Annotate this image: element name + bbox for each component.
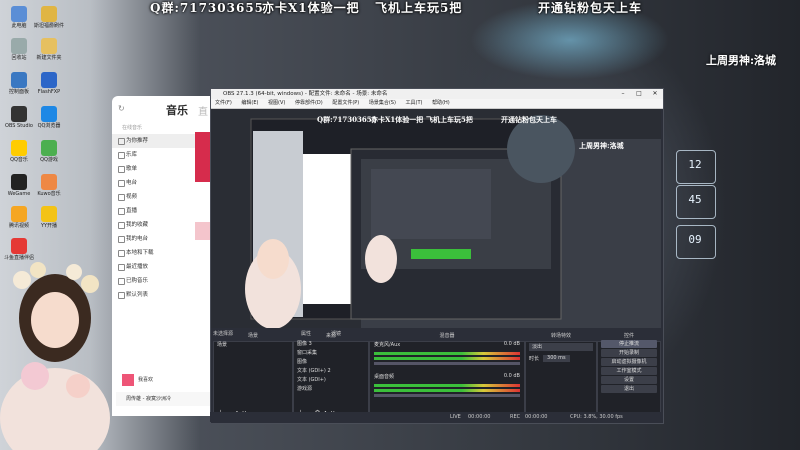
menu-docks[interactable]: 停靠部件(D) [295,100,323,106]
stop-streaming-button[interactable]: 停止推流 [601,340,657,348]
menu-file[interactable]: 文件(F) [215,100,232,106]
live-label: LIVE [450,414,461,420]
virtual-camera-button[interactable]: 启动虚拟摄像机 [601,358,657,366]
music-nav-item[interactable]: 最近播放 [112,260,214,274]
menu-help[interactable]: 帮助(H) [432,100,450,106]
transition-select[interactable]: 淡出 [529,343,593,351]
mixer-track: 桌面音频 0.0 dB [370,367,524,382]
album-thumb [122,374,134,386]
audio-meter [374,357,520,360]
desktop-icon[interactable]: QQ浏览器 [30,106,68,129]
volume-slider[interactable] [374,362,520,365]
exit-button[interactable]: 退出 [601,385,657,393]
refresh-icon[interactable]: ↻ [118,104,125,113]
desktop-icon[interactable]: 斯坦福爵刷件 [30,6,68,29]
desktop-icon[interactable]: FlashFXP [30,72,68,95]
preview-banner: 亦卡X1体验一把 [371,115,424,124]
obs-title: OBS 27.1.3 (64-bit, windows) - 配置文件: 未命名… [223,91,388,97]
sources-title: 来源 [325,333,336,339]
clock-second: 09 [688,233,702,246]
cpu-readout: CPU: 3.8%, 30.00 fps [570,414,623,420]
source-item[interactable]: 文本 (GDI+) [294,375,368,384]
track-name: 麦克风/Aux [374,342,401,348]
rec-label: REC [510,414,521,420]
source-item[interactable]: 图像 [294,357,368,366]
mixer-title: 混音器 [439,333,455,339]
audio-meter [374,352,520,355]
clock-minute: 45 [688,193,702,206]
menu-scene-collection[interactable]: 场景集合(S) [369,100,396,106]
menu-tools[interactable]: 工具(T) [406,100,423,106]
scene-item[interactable]: 场景 [214,339,292,350]
desktop-icon[interactable]: 新建文件夹 [30,38,68,61]
menu-edit[interactable]: 编辑(E) [241,100,258,106]
banner-qq-group: Q群:717303655 [150,1,265,15]
music-nav-item[interactable]: 本地和下载 [112,246,214,260]
music-nav-item[interactable]: 已购音乐 [112,274,214,288]
desktop-icon[interactable]: QQ游戏 [30,140,68,163]
audio-meter [374,384,520,387]
duration-row: 时长 300 ms [529,355,593,362]
mixer-track: 麦克风/Aux 0.0 dB [370,339,524,350]
track-level: 0.0 dB [503,373,520,379]
music-title: 音乐 [166,104,188,117]
track-level: 0.0 dB [503,341,520,347]
minimize-icon[interactable]: – [615,89,631,99]
desktop-icon[interactable]: Kuwo音乐 [30,174,68,197]
preview-banner: 飞机上车玩5把 [426,115,473,124]
music-user-label: 我喜欢 [138,377,154,383]
music-nav-item[interactable]: 直播 [112,204,214,218]
banner-text-3: 开通钻粉包天上车 [538,1,643,15]
banner-text-2: 飞机上车玩5把 [375,1,463,15]
audio-meter [374,389,520,392]
obs-docks: 未选择源 属性 滤镜 场景 场景 ＋ − ∧ ∨ 来源 图像 3 窗口采集 图像… [211,328,661,423]
studio-mode-button[interactable]: 工作室模式 [601,367,657,375]
now-playing[interactable]: 周传雄 - 寂寞沙洲冷 [116,392,224,406]
controls-dock: 控件 停止推流 开始录制 启动虚拟摄像机 工作室模式 设置 退出 [597,333,661,421]
music-tab[interactable]: 直 [198,103,208,118]
live-time: 00:00:00 [468,414,491,420]
menu-profile[interactable]: 配置文件(P) [332,100,359,106]
banner-text-1: 亦卡X1体验一把 [262,1,360,15]
maximize-icon[interactable]: □ [631,89,647,99]
preview-banner: 开通钻粉包天上车 [501,115,557,124]
track-name: 桌面音频 [374,374,395,380]
start-recording-button[interactable]: 开始录制 [601,349,657,357]
music-banner-art [195,222,211,240]
obs-window: OBS 27.1.3 (64-bit, windows) - 配置文件: 未命名… [210,88,664,424]
source-item[interactable]: 图像 3 [294,339,368,348]
music-nav-item[interactable]: 视频 [112,190,214,204]
transitions-dock: 转场特效 淡出 时长 300 ms [525,333,597,421]
obs-statusbar: LIVE 00:00:00 REC 00:00:00 CPU: 3.8%, 30… [210,412,662,422]
mixer-dock: 混音器 麦克风/Aux 0.0 dB 桌面音频 0.0 dB [369,333,525,421]
preview-side-note: 上周男神:洛城 [579,141,624,150]
source-item[interactable]: 窗口采集 [294,348,368,357]
desktop-icon[interactable]: YY开播 [30,206,68,229]
scenes-dock: 场景 场景 ＋ − ∧ ∨ [213,333,293,421]
menu-view[interactable]: 视图(V) [268,100,285,106]
close-icon[interactable]: ✕ [647,89,663,99]
preview-banner: Q群:717303655 [317,115,377,124]
source-item[interactable]: 文本 (GDI+) 2 [294,366,368,375]
sources-dock: 来源 图像 3 窗口采集 图像 文本 (GDI+) 2 文本 (GDI+) 游戏… [293,333,369,421]
controls-title: 控件 [623,333,634,339]
obs-menubar: 文件(F) 编辑(E) 视图(V) 停靠部件(D) 配置文件(P) 场景集合(S… [211,99,663,109]
clock-hour: 12 [688,158,702,171]
scenes-title: 场景 [247,333,258,339]
rec-time: 00:00:00 [525,414,548,420]
duration-label: 时长 [529,356,540,362]
settings-button[interactable]: 设置 [601,376,657,384]
source-item[interactable]: 游戏源 [294,384,368,393]
side-note: 上周男神:洛城 [706,54,777,67]
transitions-title: 转场特效 [550,333,571,339]
streamer-avatar-overlay [0,262,110,450]
volume-slider[interactable] [374,394,520,397]
music-banner-art [195,132,211,182]
obs-title-bar: OBS 27.1.3 (64-bit, windows) - 配置文件: 未命名… [211,89,663,99]
obs-preview[interactable]: Q群:717303655 亦卡X1体验一把 飞机上车玩5把 开通钻粉包天上车 上… [211,109,661,342]
duration-input[interactable]: 300 ms [543,355,570,362]
music-nav-item[interactable]: 默认列表 [112,288,214,302]
